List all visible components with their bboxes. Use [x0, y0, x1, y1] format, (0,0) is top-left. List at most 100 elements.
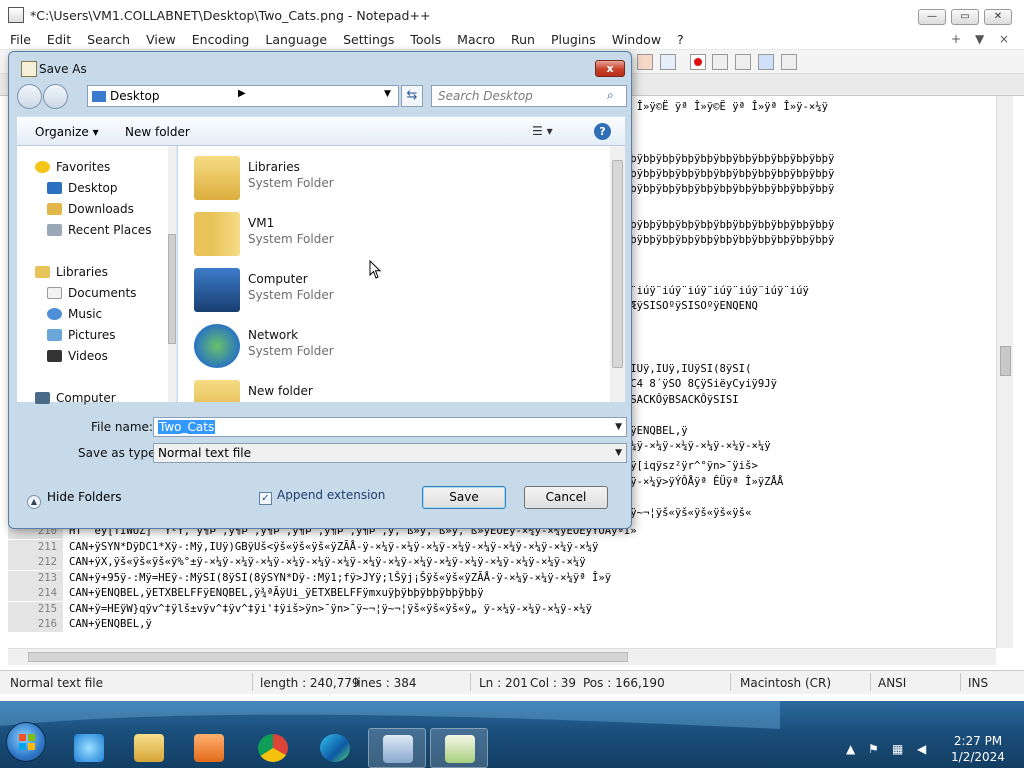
nav-desktop[interactable]: Desktop — [47, 181, 118, 195]
breadcrumb-arrow-icon[interactable]: ▶ — [238, 88, 246, 99]
network-icon[interactable]: ▦ — [892, 742, 903, 756]
editor-line[interactable]: 214 CAN+ÿENQBEL,ÿETXBELFFÿENQBEL,ÿ¾ªÃÿUi_… — [8, 586, 996, 601]
menu-view[interactable]: View — [146, 32, 176, 47]
dialog-close-button[interactable]: x — [595, 60, 625, 77]
new-tab-plus-icon[interactable]: + — [951, 32, 961, 46]
save-macro-icon[interactable] — [781, 54, 797, 70]
line-text[interactable]: CAN+ÿ+95ÿ-:Mÿ=HEÿ-:MÿSI(8ÿSI(8ÿSYN*Dÿ-:M… — [69, 572, 611, 584]
address-location[interactable]: Desktop — [110, 89, 160, 103]
editor-vertical-scrollbar[interactable] — [996, 96, 1013, 648]
back-button[interactable] — [17, 84, 42, 109]
menu-tools[interactable]: Tools — [410, 32, 441, 47]
toolbar-icon[interactable] — [637, 54, 653, 70]
menu-edit[interactable]: Edit — [47, 32, 71, 47]
taskbar-internet-explorer[interactable] — [60, 728, 118, 768]
search-placeholder[interactable]: Search Desktop — [438, 89, 533, 103]
taskbar-media-player[interactable] — [180, 728, 238, 768]
refresh-button[interactable]: ⇆ — [401, 85, 423, 107]
nav-documents[interactable]: Documents — [47, 286, 136, 300]
vertical-scroll-thumb[interactable] — [1000, 346, 1011, 376]
line-text[interactable]: CAN+ÿX,ÿš«ÿš«ÿš«ÿ%°±ÿ-×¼ÿ-×¼ÿ-×¼ÿ-×¼ÿ-×¼… — [69, 556, 586, 568]
editor-line[interactable]: 211 CAN+ÿSYN*DÿDC1*Xÿ-:Mÿ,IUÿ)GBÿUš<ÿš«ÿš… — [8, 539, 996, 555]
eye-icon[interactable] — [660, 54, 676, 70]
save-button[interactable]: Save — [422, 486, 506, 509]
file-item-computer[interactable]: Computer System Folder — [194, 264, 454, 316]
append-extension-checkbox[interactable]: ✓ Append extension — [259, 488, 385, 505]
menu-language[interactable]: Language — [265, 32, 327, 47]
save-as-type-select[interactable]: Normal text file ▼ — [153, 443, 627, 463]
file-item-libraries[interactable]: Libraries System Folder — [194, 152, 454, 204]
nav-recent-places[interactable]: Recent Places — [47, 223, 151, 237]
horizontal-scroll-thumb[interactable] — [28, 652, 628, 662]
editor-line[interactable]: 216 CAN+ÿENQBEL,ÿ — [8, 617, 996, 632]
file-item-vm1[interactable]: VM1 System Folder — [194, 208, 454, 260]
checkbox-checked-icon[interactable]: ✓ — [259, 492, 272, 505]
menu-settings[interactable]: Settings — [343, 32, 394, 47]
save-as-type-value[interactable]: Normal text file — [158, 446, 251, 460]
taskbar-clock[interactable]: 2:27 PM 1/2/2024 — [948, 733, 1008, 765]
taskbar-control-panel[interactable] — [368, 728, 426, 768]
save-as-type-dropdown-icon[interactable]: ▼ — [615, 448, 622, 458]
status-insert-mode[interactable]: INS — [968, 676, 988, 690]
file-item-network[interactable]: Network System Folder — [194, 320, 454, 372]
action-center-flag-icon[interactable]: ⚑ — [868, 742, 879, 756]
menu-plugins[interactable]: Plugins — [551, 32, 596, 47]
close-tab-x-icon[interactable]: × — [999, 32, 1009, 46]
editor-line[interactable]: 215 CAN+ÿ=HEÿW}qÿv^‡ÿlš±vÿv^‡ÿv^‡ÿi'‡ÿiš>… — [8, 601, 996, 617]
menu-help[interactable]: ? — [677, 32, 684, 47]
show-hidden-icons-icon[interactable]: ▲ — [846, 742, 855, 756]
taskbar-edge[interactable] — [306, 728, 364, 768]
maximize-button[interactable]: ▭ — [951, 9, 979, 25]
run-macro-multiple-icon[interactable] — [758, 54, 774, 70]
cancel-button[interactable]: Cancel — [524, 486, 608, 509]
nav-pane-scroll-thumb[interactable] — [168, 234, 176, 344]
close-window-button[interactable]: ✕ — [984, 9, 1012, 25]
file-name-dropdown-icon[interactable]: ▼ — [615, 422, 622, 432]
nav-pictures[interactable]: Pictures — [47, 328, 116, 342]
status-eol[interactable]: Macintosh (CR) — [740, 676, 831, 690]
stop-macro-icon[interactable] — [712, 54, 728, 70]
menu-encoding[interactable]: Encoding — [192, 32, 250, 47]
line-text[interactable]: CAN+ÿSYN*DÿDC1*Xÿ-:Mÿ,IUÿ)GBÿUš<ÿš«ÿš«ÿš… — [69, 541, 598, 553]
start-button[interactable] — [6, 722, 46, 762]
nav-music[interactable]: Music — [47, 307, 102, 321]
menu-file[interactable]: File — [10, 32, 31, 47]
hide-folders-button[interactable]: ▲ Hide Folders — [27, 490, 122, 509]
taskbar-file-explorer[interactable] — [120, 728, 178, 768]
record-macro-icon[interactable] — [690, 54, 706, 70]
taskbar-chrome[interactable] — [244, 728, 302, 768]
forward-button[interactable] — [43, 84, 68, 109]
search-box[interactable]: Search Desktop ⌕ — [431, 85, 627, 107]
minimize-button[interactable]: — — [918, 9, 946, 25]
help-icon[interactable]: ? — [594, 123, 611, 140]
menu-search[interactable]: Search — [87, 32, 130, 47]
tab-list-chevron-icon[interactable]: ▼ — [975, 32, 984, 46]
menu-macro[interactable]: Macro — [457, 32, 495, 47]
nav-downloads[interactable]: Downloads — [47, 202, 134, 216]
status-encoding[interactable]: ANSI — [878, 676, 906, 690]
nav-favorites[interactable]: Favorites — [35, 160, 110, 174]
file-list-scroll-thumb[interactable] — [612, 160, 623, 368]
line-text[interactable]: CAN+ÿENQBEL,ÿETXBELFFÿENQBEL,ÿ¾ªÃÿUi_ÿET… — [69, 587, 484, 599]
nav-pane-scrollbar[interactable] — [168, 146, 176, 402]
volume-muted-icon[interactable]: ◀ — [917, 742, 926, 756]
file-item-new-folder[interactable]: New folder — [194, 376, 454, 402]
nav-libraries[interactable]: Libraries — [35, 265, 108, 279]
line-text[interactable]: CAN+ÿENQBEL,ÿ — [69, 618, 152, 630]
taskbar-notepadpp[interactable] — [430, 728, 488, 768]
nav-videos[interactable]: Videos — [47, 349, 108, 363]
organize-button[interactable]: Organize ▾ — [35, 125, 99, 139]
play-macro-icon[interactable] — [735, 54, 751, 70]
file-name-input[interactable]: Two_Cats ▼ — [153, 417, 627, 437]
change-view-icon[interactable]: ☰ ▾ — [532, 124, 553, 138]
line-text[interactable]: CAN+ÿ=HEÿW}qÿv^‡ÿlš±vÿv^‡ÿv^‡ÿi'‡ÿiš>ÿn>… — [69, 603, 592, 615]
address-dropdown-icon[interactable]: ▼ — [384, 89, 391, 99]
search-icon[interactable]: ⌕ — [607, 88, 614, 103]
editor-line[interactable]: 213 CAN+ÿ+95ÿ-:Mÿ=HEÿ-:MÿSI(8ÿSI(8ÿSYN*Dÿ… — [8, 570, 996, 586]
menu-window[interactable]: Window — [612, 32, 661, 47]
menu-run[interactable]: Run — [511, 32, 535, 47]
new-folder-button[interactable]: New folder — [125, 125, 190, 139]
editor-line[interactable]: 212 CAN+ÿX,ÿš«ÿš«ÿš«ÿ%°±ÿ-×¼ÿ-×¼ÿ-×¼ÿ-×¼ÿ… — [8, 555, 996, 570]
file-list-scrollbar[interactable] — [610, 146, 625, 402]
address-bar[interactable]: Desktop ▶ ▼ — [87, 85, 399, 107]
